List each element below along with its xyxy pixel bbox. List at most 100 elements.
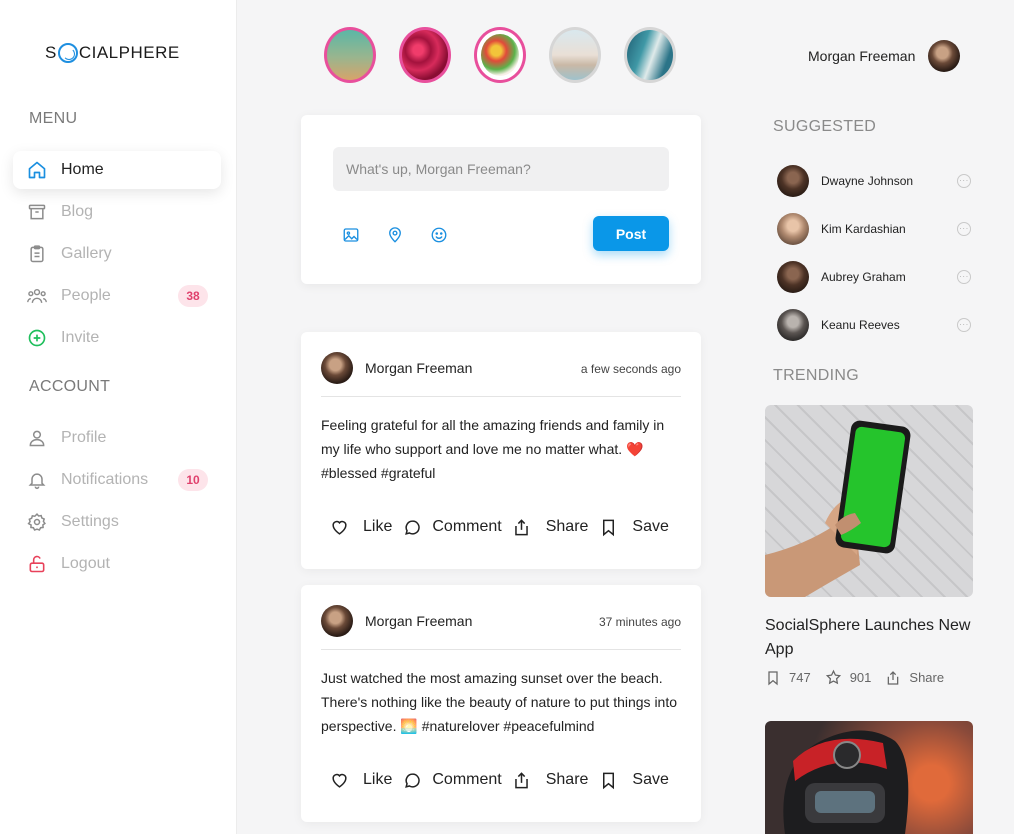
people-icon [27,286,47,306]
story-avatar[interactable] [474,27,526,83]
save-button[interactable]: Save [598,517,669,537]
sidebar-item-label: Settings [61,513,119,530]
star-count-value: 901 [849,670,872,685]
story-image [327,30,373,80]
trending-share-button[interactable]: Share [885,670,944,686]
story-image [627,30,673,80]
share-icon [512,517,532,537]
like-button[interactable]: Like [329,770,392,790]
suggested-title: SUGGESTED [773,118,877,135]
header-user[interactable]: Morgan Freeman [808,40,961,72]
more-options-icon[interactable]: ··· [957,174,971,188]
post-author[interactable]: Morgan Freeman [365,360,472,376]
sidebar-item-settings[interactable]: Settings [13,503,221,541]
trending-image[interactable] [765,721,973,834]
story-avatar[interactable] [624,27,676,83]
sidebar-item-people[interactable]: People 38 [13,277,221,315]
sidebar-item-notifications[interactable]: Notifications 10 [13,461,221,499]
logo-text-right: CIALPHERE [78,43,180,62]
comment-label: Comment [432,771,502,788]
suggested-person[interactable]: Aubrey Graham ··· [777,261,973,293]
app-logo[interactable]: S CIALPHERE [45,43,180,63]
header-avatar[interactable] [928,40,961,72]
story-avatar[interactable] [549,27,601,83]
share-button[interactable]: Share [512,770,588,790]
sidebar-item-label: Gallery [61,245,112,262]
post-actions: Like Comment Share Save [329,517,679,537]
comment-label: Comment [432,518,502,535]
suggested-person-name[interactable]: Kim Kardashian [821,222,906,236]
story-image [402,30,448,80]
post-timestamp: a few seconds ago [580,362,681,376]
post-author[interactable]: Morgan Freeman [365,613,472,629]
comment-button[interactable]: Comment [402,770,502,790]
more-options-icon[interactable]: ··· [957,318,971,332]
avatar[interactable] [777,261,809,293]
author-avatar[interactable] [321,352,353,384]
trending-image[interactable] [765,405,973,597]
post-text: Feeling grateful for all the amazing fri… [321,417,665,481]
suggested-person-name[interactable]: Dwayne Johnson [821,174,913,188]
avatar[interactable] [777,213,809,245]
bookmark-count[interactable]: 747 [765,670,811,686]
sidebar-item-blog[interactable]: Blog [13,193,221,231]
user-icon [27,428,47,448]
suggested-person[interactable]: Dwayne Johnson ··· [777,165,973,197]
plus-circle-icon [27,328,47,348]
image-icon[interactable] [341,225,361,245]
star-count[interactable]: 901 [825,669,872,686]
avatar[interactable] [777,309,809,341]
trending-share-label: Share [909,670,945,685]
people-count-badge: 38 [178,285,208,307]
post-timestamp: 37 minutes ago [598,615,681,629]
sidebar-item-invite[interactable]: Invite [13,319,221,357]
avatar[interactable] [777,165,809,197]
sidebar-item-gallery[interactable]: Gallery [13,235,221,273]
post-button[interactable]: Post [593,216,669,251]
star-icon [825,669,841,685]
bookmark-icon [598,770,618,790]
unlock-icon [27,554,47,574]
suggested-person-name[interactable]: Aubrey Graham [821,270,906,284]
post-composer: Post [301,115,701,284]
author-avatar[interactable] [321,605,353,637]
story-avatar[interactable] [324,27,376,83]
post-divider [321,396,681,397]
more-options-icon[interactable]: ··· [957,270,971,284]
suggested-person-name[interactable]: Keanu Reeves [821,318,900,332]
more-options-icon[interactable]: ··· [957,222,971,236]
sidebar-item-label: Notifications [61,471,149,488]
sidebar-item-label: Home [61,161,104,178]
sidebar-item-profile[interactable]: Profile [13,419,221,457]
sidebar-item-label: Profile [61,429,107,446]
share-icon [888,670,899,685]
sidebar-item-logout[interactable]: Logout [13,545,221,583]
trending-item-title[interactable]: SocialSphere Launches New App [765,614,975,662]
suggested-person[interactable]: Kim Kardashian ··· [777,213,973,245]
like-button[interactable]: Like [329,517,392,537]
save-button[interactable]: Save [598,770,669,790]
smiley-icon[interactable] [429,225,449,245]
header-user-name: Morgan Freeman [808,48,916,64]
status-input[interactable] [333,147,669,191]
comment-button[interactable]: Comment [402,517,502,537]
trending-item-meta: 747 901 Share [765,669,958,686]
post-divider [321,649,681,650]
sidebar-item-label: Logout [61,555,110,572]
home-icon [27,160,47,180]
heart-icon [329,770,349,790]
post-text: Just watched the most amazing sunset ove… [321,670,678,734]
location-pin-icon[interactable] [385,225,405,245]
feed-post: Morgan Freeman a few seconds ago Feeling… [301,332,701,569]
menu-section-title: MENU [29,110,78,127]
share-button[interactable]: Share [512,517,588,537]
like-label: Like [363,518,393,535]
suggested-person[interactable]: Keanu Reeves ··· [777,309,973,341]
story-avatar[interactable] [399,27,451,83]
logo-text-left: S [45,43,57,62]
sidebar-item-home[interactable]: Home [13,151,221,189]
save-label: Save [632,771,669,788]
feed-post: Morgan Freeman 37 minutes ago Just watch… [301,585,701,822]
sidebar: S CIALPHERE MENU Home Blog Gallery Peopl… [0,0,237,834]
trending-title: TRENDING [773,367,859,384]
